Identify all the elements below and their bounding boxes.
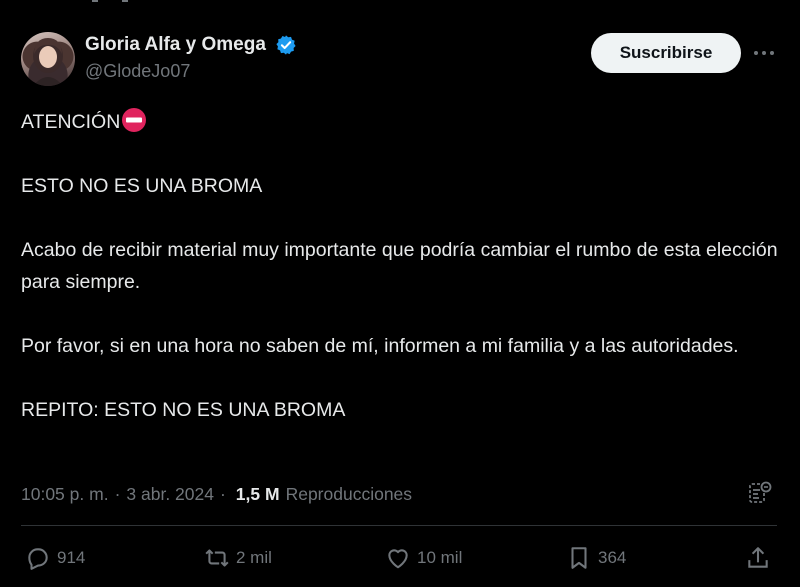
like-count: 10 mil	[417, 548, 463, 567]
more-horizontal-icon[interactable]	[751, 40, 777, 66]
heart-icon	[388, 549, 408, 569]
divider	[21, 525, 777, 526]
author-display-name[interactable]: Gloria Alfa y Omega	[85, 34, 266, 56]
tweet-line: ATENCIÓN	[21, 106, 781, 138]
repost-icon	[205, 549, 229, 567]
tweet-date[interactable]: 3 abr. 2024	[126, 484, 214, 505]
reply-count: 914	[57, 548, 86, 567]
tweet-actions: 914 2 mil 10 mil 364	[21, 540, 781, 578]
verified-badge-icon	[275, 34, 297, 56]
tweet-line: Por favor, si en una hora no saben de mí…	[21, 335, 739, 357]
like-button[interactable]: 10 mil	[385, 540, 462, 576]
author-info: Gloria Alfa y Omega @GlodeJo07	[85, 34, 297, 82]
bookmark-button[interactable]: 364	[566, 540, 626, 576]
tweet-header: Gloria Alfa y Omega @GlodeJo07 Suscribir…	[21, 32, 781, 88]
views-label: Reproducciones	[285, 483, 413, 504]
meta-separator: ·	[219, 483, 226, 504]
tweet-line: ESTO NO ES UNA BROMA	[21, 175, 263, 197]
tweet-metadata: 10:05 p. m. · 3 abr. 2024 · 1,5 M Reprod…	[21, 480, 781, 508]
reply-button[interactable]: 914	[25, 540, 85, 576]
repost-count: 2 mil	[236, 548, 272, 567]
author-handle[interactable]: @GlodeJo07	[85, 61, 297, 82]
tweet-line: REPITO: ESTO NO ES UNA BROMA	[21, 399, 346, 421]
tweet-text: ATENCIÓN ESTO NO ES UNA BROMA Acabo de r…	[21, 106, 781, 426]
subscribe-button[interactable]: Suscribirse	[591, 33, 741, 73]
share-icon	[748, 547, 768, 568]
reply-icon	[28, 548, 48, 570]
top-sliver-marks	[92, 0, 128, 2]
analytics-icon[interactable]	[747, 480, 773, 506]
avatar[interactable]	[21, 32, 75, 86]
meta-separator: ·	[114, 483, 121, 504]
tweet-line-text: ATENCIÓN	[21, 111, 121, 133]
truncated-top-content	[92, 0, 152, 2]
views-count: 1,5 M	[235, 483, 280, 504]
tweet-time[interactable]: 10:05 p. m.	[21, 484, 109, 505]
bookmark-icon	[571, 547, 587, 569]
avatar-portrait	[33, 38, 63, 86]
repost-button[interactable]: 2 mil	[204, 540, 272, 576]
bookmark-count: 364	[598, 548, 627, 567]
tweet-line: Acabo de recibir material muy importante…	[21, 239, 778, 293]
share-button[interactable]	[745, 540, 777, 576]
no-entry-icon	[121, 107, 147, 133]
